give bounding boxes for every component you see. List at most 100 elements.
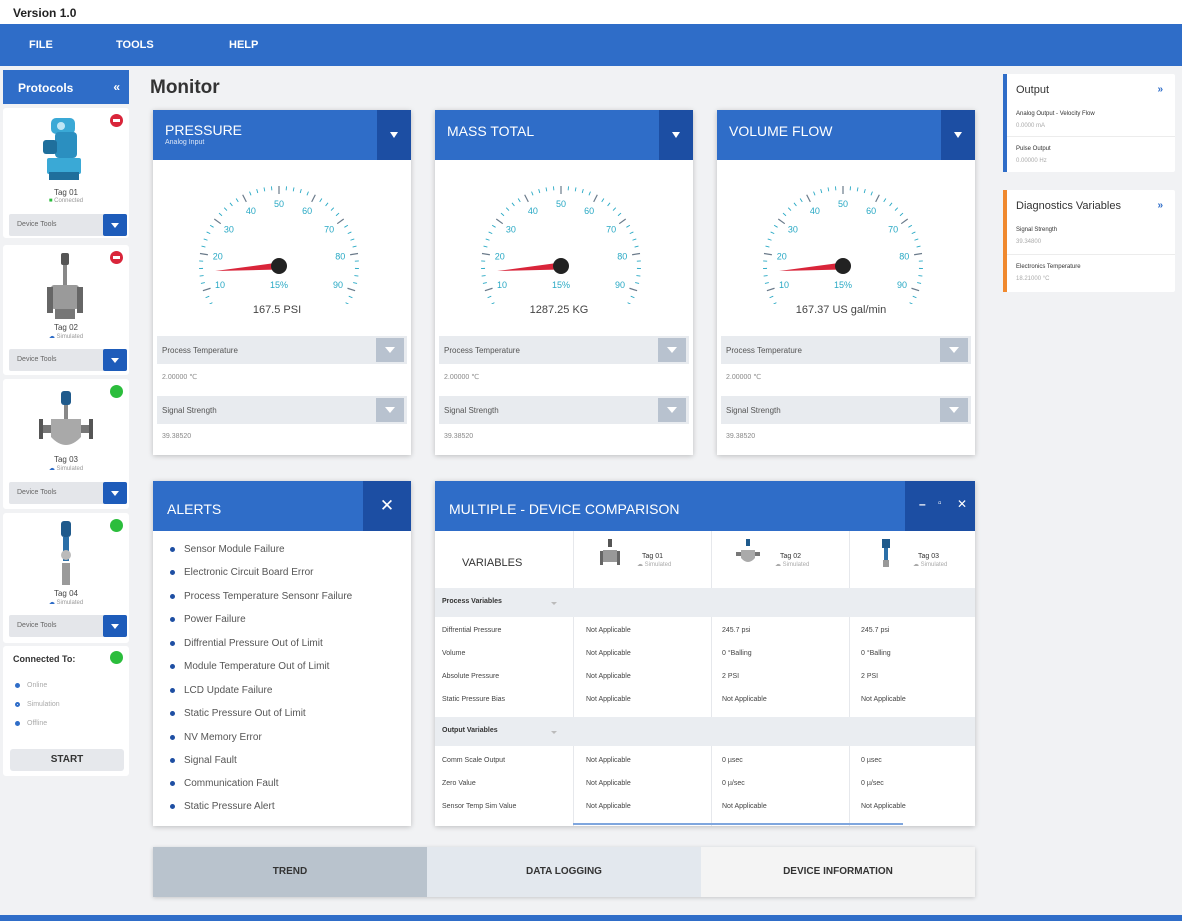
tab-trend[interactable]: TREND: [153, 847, 427, 897]
gauge-tick: [787, 207, 792, 211]
process-temperature-field[interactable]: Process Temperature: [157, 336, 407, 364]
table-row: Volume Not Applicable 0 °Balling 0 °Balling: [442, 650, 891, 657]
chevron-down-icon: [940, 398, 968, 422]
chevron-down-icon: [551, 731, 557, 734]
window-controls: – ▫ ✕: [905, 481, 975, 531]
device-card-tag02[interactable]: Tag 02 ☁ Simulated Device Tools: [3, 245, 129, 375]
gauge-tick-label: 80: [899, 251, 909, 261]
horizontal-scrollbar[interactable]: [573, 823, 903, 825]
gauge-card-mass-total: MASS TOTAL 010203040506070809010015% 128…: [435, 110, 693, 455]
signal-strength-field[interactable]: Signal Strength: [157, 396, 407, 424]
gauge-tick: [593, 194, 598, 203]
table-row: Zero Value Not Applicable 0 µ/sec 0 µ/sec: [442, 780, 884, 787]
gauge-tick-label: 80: [335, 251, 345, 261]
gauge-tick: [856, 187, 859, 192]
gauge-tick-label: 30: [788, 225, 798, 235]
alerts-panel: ALERTS ✕ Sensor Module Failure Electroni…: [153, 481, 411, 826]
gauge-tick-label: 50: [838, 199, 848, 209]
expand-diagnostics-button[interactable]: »: [1157, 200, 1163, 211]
diagnostics-title: Diagnostics Variables: [1016, 200, 1121, 212]
gauge-dropdown-button[interactable]: [377, 110, 411, 160]
table-row: Diffrential Pressure Not Applicable 245.7 …: [442, 627, 890, 634]
maximize-button[interactable]: ▫: [938, 498, 942, 509]
alert-item: Power Failure: [170, 614, 246, 625]
gauge-tick: [347, 231, 352, 235]
menu-file[interactable]: FILE: [29, 39, 53, 51]
gauge-tick: [545, 187, 548, 192]
gauge-dial: 010203040506070809010015%: [199, 186, 359, 304]
tab-device-information[interactable]: DEVICE INFORMATION: [701, 847, 975, 897]
radio-online[interactable]: Online: [15, 682, 47, 689]
gauge-tick: [632, 252, 641, 256]
variables-header: VARIABLES: [462, 557, 523, 569]
diagnostics-label: Signal Strength: [1016, 227, 1058, 233]
signal-strength-value: 39.38520: [726, 433, 756, 440]
gauge-tick-label: 30: [506, 225, 516, 235]
device-tools-select[interactable]: Device Tools: [9, 482, 127, 504]
device-card-tag01[interactable]: Tag 01 ■ Connected Device Tools: [3, 108, 129, 238]
section-output-variables[interactable]: Output Variables: [435, 717, 975, 746]
close-comparison-button[interactable]: ✕: [957, 497, 967, 511]
gauge-tick: [763, 275, 768, 277]
gauge-tick: [626, 224, 631, 228]
vortex-meter-icon: [61, 521, 71, 585]
bottom-tabs: TREND DATA LOGGING DEVICE INFORMATION: [153, 847, 975, 897]
gauge-tick-label: 30: [224, 225, 234, 235]
collapse-sidebar-button[interactable]: «: [113, 80, 120, 94]
device-card-tag03[interactable]: Tag 03 ☁ Simulated Device Tools: [3, 379, 129, 509]
gauge-tick: [484, 287, 493, 292]
device-tag: Tag 03: [53, 455, 79, 464]
radio-offline[interactable]: Offline: [15, 720, 47, 727]
device-tools-select[interactable]: Device Tools: [9, 615, 127, 637]
gauge-tick: [618, 218, 627, 225]
gauge-tick: [799, 198, 803, 203]
device-card-tag04[interactable]: Tag 04 ☁ Simulated Device Tools: [3, 513, 129, 643]
gauge-dropdown-button[interactable]: [941, 110, 975, 160]
signal-strength-field[interactable]: Signal Strength: [439, 396, 689, 424]
gauge-tick: [899, 212, 904, 217]
expand-output-button[interactable]: »: [1157, 84, 1163, 95]
coriolis-meter-icon: [39, 391, 93, 445]
tab-data-logging[interactable]: DATA LOGGING: [427, 847, 701, 897]
diagnostics-value: 39.34800: [1016, 239, 1042, 245]
gauge-tick: [765, 245, 770, 248]
process-temperature-field[interactable]: Process Temperature: [439, 336, 689, 364]
minimize-button[interactable]: –: [919, 497, 926, 511]
process-temperature-field[interactable]: Process Temperature: [721, 336, 971, 364]
gauge-tick: [488, 231, 493, 235]
close-alerts-button[interactable]: ✕: [363, 481, 411, 531]
panel-accent: [1003, 74, 1007, 172]
section-process-variables[interactable]: Process Variables: [435, 588, 975, 617]
chevron-down-icon: [551, 602, 557, 605]
gauge-tick-label: 20: [777, 251, 787, 261]
gauge-tick: [574, 187, 577, 192]
start-button[interactable]: START: [10, 749, 124, 771]
device-tools-select[interactable]: Device Tools: [9, 214, 127, 236]
protocols-header: Protocols «: [3, 70, 129, 104]
menu-tools[interactable]: TOOLS: [116, 39, 154, 51]
gauge-tick: [500, 212, 505, 217]
signal-strength-field[interactable]: Signal Strength: [721, 396, 971, 424]
gauge-hub: [271, 258, 287, 274]
gauge-tick: [763, 252, 772, 256]
chevron-down-icon: [103, 482, 127, 504]
comparison-device-tag01: Tag 01 ☁ Simulated: [597, 538, 671, 573]
gauge-tick: [348, 295, 353, 299]
alert-item: Sensor Module Failure: [170, 544, 285, 555]
gauge-hub: [835, 258, 851, 274]
alerts-title: ALERTS: [167, 501, 222, 517]
menu-help[interactable]: HELP: [229, 39, 258, 51]
gauge-card-volume-flow: VOLUME FLOW 010203040506070809010015% 16…: [717, 110, 975, 455]
gauge-tick-label: 10: [779, 280, 789, 290]
gauge-dropdown-button[interactable]: [659, 110, 693, 160]
gauge-tick: [889, 202, 893, 207]
output-panel: Output » Analog Output - Velocity Flow 0…: [1003, 74, 1175, 172]
alert-item: Diffrential Pressure Out of Limit: [170, 638, 323, 649]
gauge-tick: [908, 224, 913, 228]
gauge-tick: [223, 207, 228, 211]
gauge-tick: [917, 282, 922, 284]
radio-simulation[interactable]: Simulation: [15, 701, 60, 708]
gauge-tick-label: 50: [556, 199, 566, 209]
table-row: Static Pressure Bias Not Applicable Not Ap…: [442, 696, 906, 703]
device-tools-select[interactable]: Device Tools: [9, 349, 127, 371]
